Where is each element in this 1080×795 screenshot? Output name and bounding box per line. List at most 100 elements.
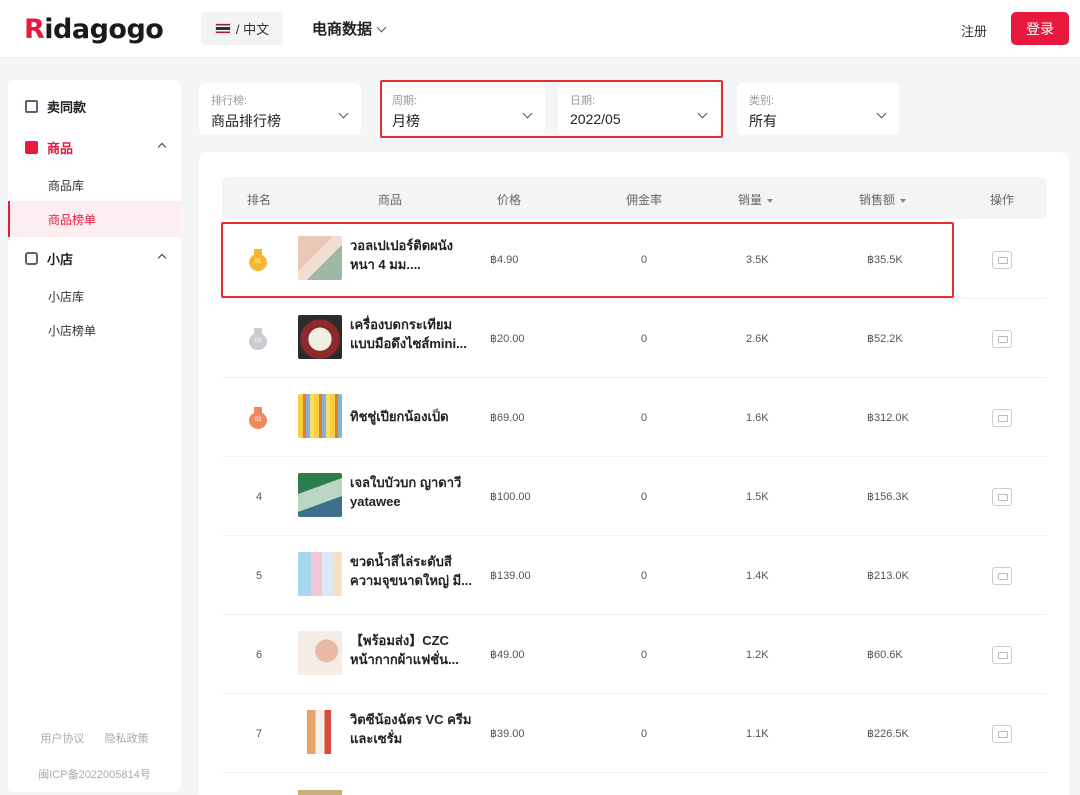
sidebar-group-products[interactable]: 商品: [8, 129, 181, 165]
product-name[interactable]: ขวดน้ำสีไล่ระดับสี ความจุขนาดใหญ่ มี...: [350, 552, 480, 590]
col-actions: 操作: [990, 193, 1015, 207]
highlight-annotation: [380, 80, 723, 138]
table-row[interactable]: 4 เจลใบบัวบก ญาดาวี yatawee ฿100.00 0 1.…: [222, 457, 1047, 536]
filter-label: 排行榜:: [211, 95, 248, 107]
privacy-policy-link[interactable]: 隐私政策: [105, 733, 149, 745]
filter-value: 所有: [749, 113, 777, 129]
bronze-medal-icon: 03: [249, 406, 267, 429]
price: ฿100.00: [490, 491, 531, 503]
product-thumbnail[interactable]: [298, 394, 342, 438]
sidebar-item-product-library[interactable]: 商品库: [8, 167, 181, 203]
commission-rate: 0: [641, 648, 648, 661]
message-icon[interactable]: [992, 645, 1012, 664]
footer-links: 用户协议 隐私政策: [8, 730, 181, 746]
message-icon[interactable]: [992, 487, 1012, 506]
sidebar-group-same-product[interactable]: 卖同款: [8, 88, 181, 124]
commission-rate: 0: [641, 569, 648, 582]
language-switcher[interactable]: / 中文: [201, 12, 283, 45]
filter-label: 类别:: [749, 95, 775, 107]
col-rank: 排名: [247, 193, 272, 207]
chevron-down-icon: [338, 108, 349, 119]
product-name[interactable]: เครื่องบดกระเทียม แบบมือดึงไซส์mini...: [350, 315, 480, 353]
price: ฿39.00: [490, 728, 525, 740]
filter-ranking-type[interactable]: 排行榜: 商品排行榜: [199, 83, 361, 135]
table-row[interactable]: 7 วิตซีน้องฉัตร VC ครีม และเซรั่ม ฿39.00…: [222, 694, 1047, 773]
product-name[interactable]: 【พร้อมส่ง】CZC หน้ากากผ้าแฟชั่น...: [350, 631, 480, 669]
revenue: ฿156.3K: [867, 491, 909, 503]
col-commission: 佣金率: [626, 193, 663, 207]
col-product: 商品: [378, 193, 403, 207]
message-icon[interactable]: [992, 724, 1012, 743]
top-header: Ridagogo / 中文 电商数据 注册 登录: [0, 0, 1080, 58]
nav-ecommerce-dropdown[interactable]: 电商数据: [312, 18, 387, 39]
logo[interactable]: Ridagogo: [24, 12, 164, 46]
col-revenue-label: 销售额: [859, 193, 896, 207]
chevron-down-icon: [376, 22, 387, 32]
sidebar-item-store-ranking[interactable]: 小店榜单: [8, 312, 181, 348]
rank-number: 6: [256, 648, 263, 661]
product-thumbnail[interactable]: [298, 315, 342, 359]
product-thumbnail[interactable]: [298, 473, 342, 517]
price: ฿69.00: [490, 412, 525, 424]
product-thumbnail[interactable]: [298, 790, 342, 795]
commission-rate: 0: [641, 411, 648, 424]
sidebar-group-stores[interactable]: 小店: [8, 240, 181, 276]
product-thumbnail[interactable]: [298, 631, 342, 675]
table-header: 排名 商品 价格 佣金率 销量 销售额 操作: [222, 177, 1047, 219]
product-name[interactable]: วิตซีน้องฉัตร VC ครีม และเซรั่ม: [350, 710, 480, 748]
col-sales-label: 销量: [738, 193, 763, 207]
price: ฿20.00: [490, 333, 525, 345]
revenue: ฿213.0K: [867, 570, 909, 582]
product-thumbnail[interactable]: [298, 710, 342, 754]
rank-number: 7: [256, 727, 263, 740]
col-revenue[interactable]: 销售额: [859, 191, 907, 208]
col-sales[interactable]: 销量: [738, 191, 774, 208]
login-button[interactable]: 登录: [1011, 12, 1069, 45]
shop-icon: [25, 99, 38, 113]
sales-volume: 1.2K: [746, 648, 769, 661]
register-link[interactable]: 注册: [961, 21, 987, 40]
sidebar-item-store-library[interactable]: 小店库: [8, 278, 181, 314]
revenue: ฿52.2K: [867, 333, 903, 345]
nav-title-label: 电商数据: [312, 21, 373, 38]
message-icon[interactable]: [992, 329, 1012, 348]
message-icon[interactable]: [992, 566, 1012, 585]
sidebar-group-label: 小店: [47, 251, 74, 267]
sidebar-item-product-ranking[interactable]: 商品榜单: [8, 201, 181, 237]
commission-rate: 0: [641, 332, 648, 345]
sales-volume: 1.6K: [746, 411, 769, 424]
product-icon: [25, 140, 38, 154]
product-name[interactable]: เจลใบบัวบก ญาดาวี yatawee: [350, 473, 480, 511]
thailand-flag-icon: [214, 23, 231, 34]
sort-desc-icon: [767, 198, 774, 203]
product-thumbnail[interactable]: [298, 552, 342, 596]
filter-category[interactable]: 类别: 所有: [737, 83, 899, 135]
sidebar-group-label: 商品: [47, 140, 74, 156]
highlight-annotation: [221, 222, 954, 298]
chevron-up-icon: [157, 142, 167, 152]
sales-volume: 1.1K: [746, 727, 769, 740]
col-price: 价格: [497, 193, 522, 207]
sidebar-group-label: 卖同款: [47, 99, 87, 115]
message-icon[interactable]: [992, 408, 1012, 427]
table-row[interactable]: 03 ทิชชู่เปียกน้องเป็ด ฿69.00 0 1.6K ฿31…: [222, 378, 1047, 457]
sort-desc-icon: [900, 198, 907, 203]
user-agreement-link[interactable]: 用户协议: [40, 733, 84, 745]
message-icon[interactable]: [992, 250, 1012, 269]
table-row[interactable]: 02 เครื่องบดกระเทียม แบบมือดึงไซส์mini..…: [222, 299, 1047, 378]
product-name[interactable]: ทิชชู่เปียกน้องเป็ด: [350, 407, 480, 426]
sales-volume: 2.6K: [746, 332, 769, 345]
revenue: ฿312.0K: [867, 412, 909, 424]
chevron-down-icon: [876, 108, 887, 119]
store-icon: [25, 251, 38, 265]
table-row[interactable]: 5 ขวดน้ำสีไล่ระดับสี ความจุขนาดใหญ่ มี..…: [222, 536, 1047, 615]
sidebar: 卖同款 商品 商品库 商品榜单 小店 小店库 小店榜单 用户协议 隐私政策 闽I…: [8, 80, 181, 792]
revenue: ฿60.6K: [867, 649, 903, 661]
filter-value: 商品排行榜: [211, 113, 281, 129]
commission-rate: 0: [641, 490, 648, 503]
language-label: / 中文: [235, 22, 270, 37]
table-row[interactable]: 6 【พร้อมส่ง】CZC หน้ากากผ้าแฟชั่น... ฿49.…: [222, 615, 1047, 694]
silver-medal-icon: 02: [249, 327, 267, 350]
rank-number: 5: [256, 569, 263, 582]
revenue: ฿226.5K: [867, 728, 909, 740]
